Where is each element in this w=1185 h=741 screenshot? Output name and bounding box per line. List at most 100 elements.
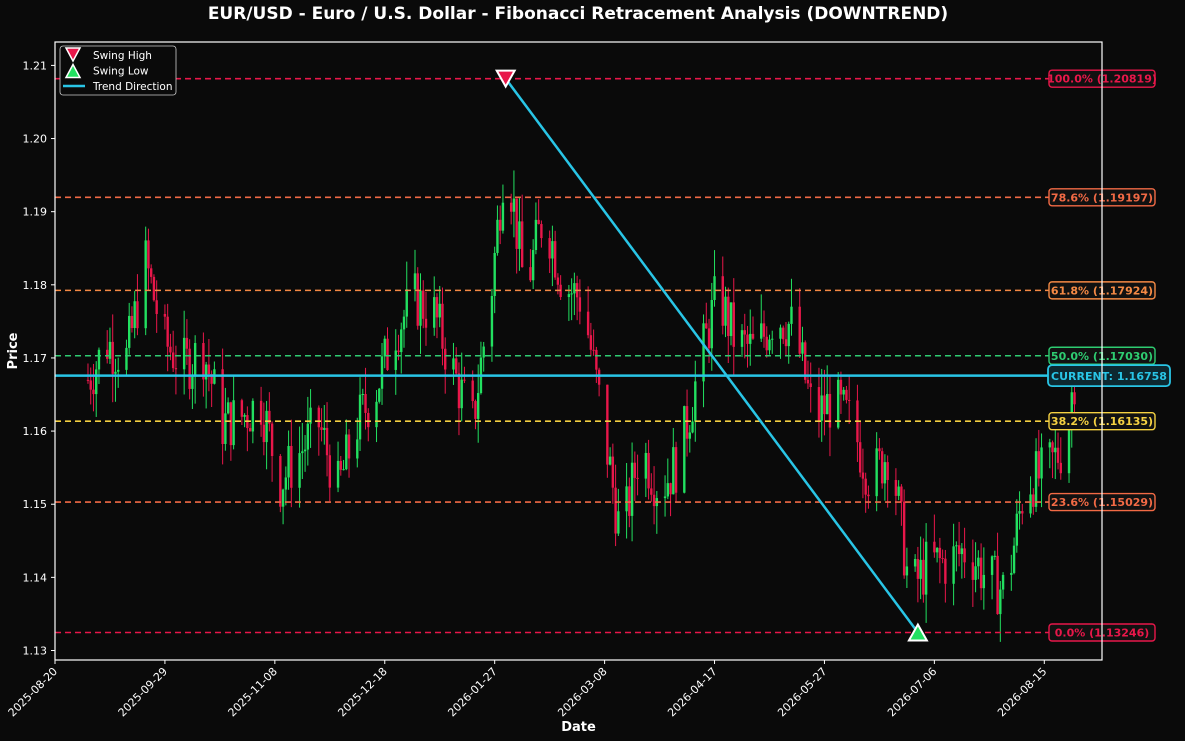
candle-body: [193, 343, 197, 376]
x-tick-label: 2026-08-15: [995, 665, 1049, 719]
candle-body: [191, 375, 194, 389]
candle-body: [672, 447, 675, 495]
candle-body: [518, 221, 521, 249]
candle-body: [765, 336, 768, 351]
candle-body: [691, 421, 694, 433]
candle-body: [707, 328, 711, 349]
candle-body: [229, 402, 233, 446]
candle-body: [732, 302, 735, 347]
candle-body: [303, 449, 307, 452]
candle-body: [589, 335, 593, 350]
candle-body: [1059, 462, 1062, 474]
candle-body: [897, 486, 900, 496]
candle-body: [320, 427, 323, 430]
candle-body: [306, 423, 310, 450]
candle-body: [1034, 451, 1038, 507]
candle-body: [361, 394, 364, 396]
candle-body: [746, 334, 749, 344]
candle-body: [1054, 447, 1057, 453]
candle-body: [861, 472, 865, 479]
candle-body: [243, 415, 246, 417]
candle-body: [1032, 494, 1035, 507]
candle-body: [839, 379, 843, 395]
candle-body: [284, 477, 288, 490]
candle-body: [685, 406, 689, 439]
candle-body: [790, 306, 793, 324]
candle-body: [578, 297, 582, 312]
candle-body: [1018, 511, 1021, 514]
candle-body: [529, 267, 532, 281]
candle-body: [133, 301, 136, 329]
candle-body: [383, 338, 386, 357]
candle-body: [287, 445, 290, 478]
candle-body: [551, 241, 554, 259]
candle-body: [413, 273, 417, 290]
x-tick-label: 2025-11-08: [226, 665, 280, 719]
candle-body: [955, 545, 958, 547]
candle-body: [358, 394, 362, 440]
candle-body: [724, 296, 727, 326]
x-tick-label: 2026-07-06: [885, 665, 939, 719]
candle-body: [663, 496, 667, 499]
candle-body: [501, 202, 505, 231]
y-tick-label: 1.19: [23, 206, 48, 219]
candle-body: [422, 290, 425, 319]
candle-body: [347, 434, 351, 459]
candle-body: [512, 198, 516, 212]
candle-body: [784, 339, 788, 347]
candle-body: [782, 327, 785, 340]
candle-body: [130, 315, 134, 329]
candle-body: [97, 349, 101, 370]
candle-body: [606, 384, 609, 465]
swing-low-marker: [907, 622, 929, 642]
candle-body: [779, 327, 782, 339]
candle-body: [496, 219, 499, 253]
candle-body: [248, 428, 252, 432]
candle-body: [435, 297, 439, 318]
candle-body: [705, 323, 708, 329]
candle-body: [1073, 392, 1076, 405]
candle-body: [548, 238, 551, 259]
candle-body: [471, 380, 474, 402]
candle-body: [301, 451, 304, 454]
candle-body: [1037, 451, 1040, 479]
candle-body: [721, 276, 724, 326]
candle-body: [166, 316, 169, 347]
candle-body: [688, 432, 691, 439]
candle-body: [144, 240, 147, 329]
candle-body: [188, 348, 191, 389]
candle-body: [163, 313, 167, 317]
candle-body: [386, 338, 389, 370]
candle-body: [842, 389, 845, 395]
candle-body: [875, 448, 878, 497]
candle-body: [394, 350, 397, 370]
candle-body: [1029, 494, 1032, 514]
x-tick-label: 2025-09-29: [116, 665, 170, 719]
fibonacci-chart: 100.0% (1.20819)78.6% (1.19197)61.8% (1.…: [6, 41, 1171, 735]
candle-body: [902, 501, 906, 576]
candle-body: [509, 202, 513, 212]
candle-body: [787, 323, 790, 347]
candle-body: [534, 219, 538, 251]
candle-body: [1021, 511, 1024, 514]
candle-body: [762, 323, 766, 337]
trend-layer: [494, 69, 929, 642]
candle-body: [251, 400, 255, 432]
axes-layer: 1.13 1.14 1.15 1.16 1.17 1.18 1.19 1.20 1.21 2025…: [6, 41, 1103, 735]
candle-body: [202, 343, 205, 380]
candle-body: [952, 546, 955, 584]
candle-body: [740, 330, 744, 347]
candle-body: [463, 379, 466, 381]
candle-body: [265, 410, 268, 443]
candle-body: [825, 393, 829, 415]
candle-body: [378, 388, 381, 402]
candle-body: [867, 494, 870, 497]
candle-body: [597, 369, 601, 385]
candle-body: [919, 559, 922, 579]
y-tick-label: 1.15: [23, 498, 48, 511]
candle-body: [806, 379, 810, 384]
candle-body: [1010, 572, 1013, 575]
current-price-label: CURRENT: 1.16758: [1051, 370, 1167, 383]
candle-body: [460, 379, 463, 409]
candle-body: [169, 346, 172, 353]
